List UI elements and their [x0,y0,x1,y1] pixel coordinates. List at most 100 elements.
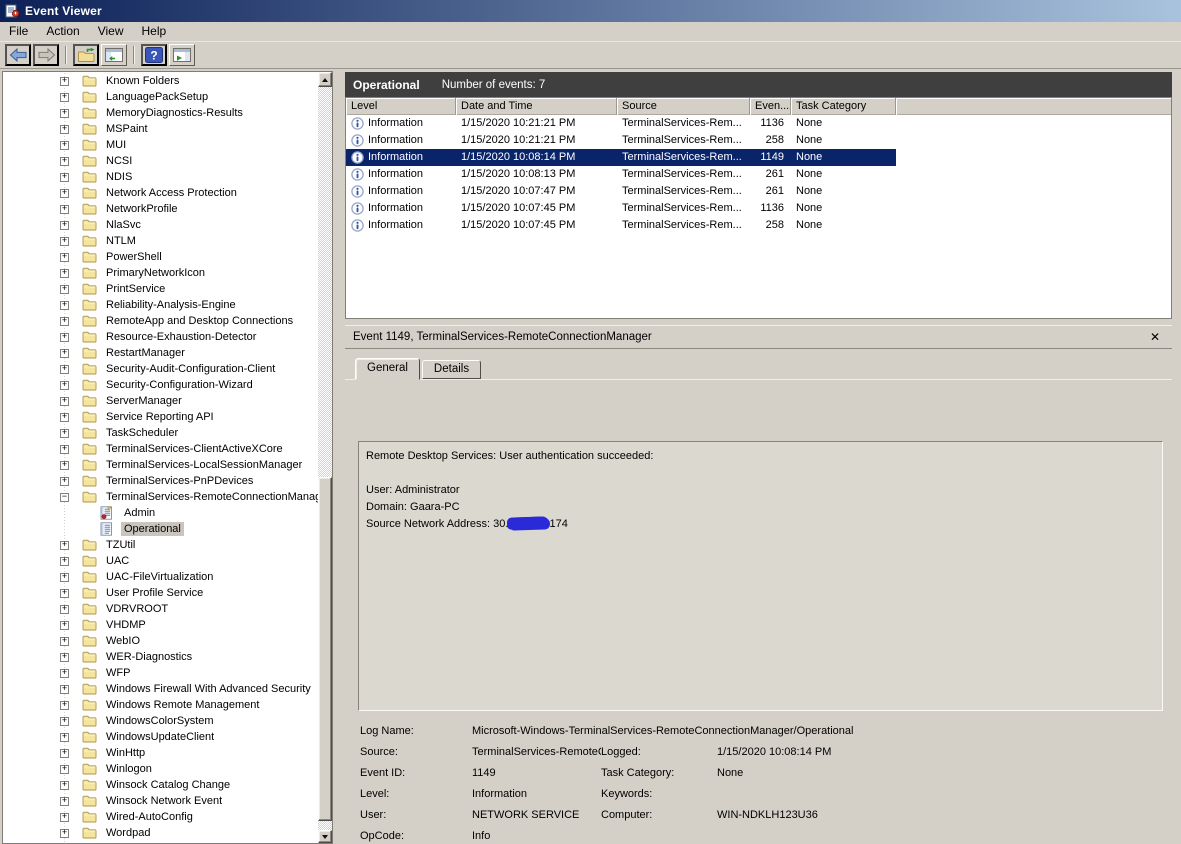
expand-icon[interactable]: + [60,333,69,342]
help-button[interactable]: ? [141,44,167,66]
expand-icon[interactable]: + [60,237,69,246]
expand-icon[interactable]: + [60,717,69,726]
expand-icon[interactable]: + [60,765,69,774]
expand-icon[interactable]: + [60,365,69,374]
menu-view[interactable]: View [89,22,133,41]
expand-icon[interactable]: + [60,685,69,694]
expand-icon[interactable]: + [60,157,69,166]
tree-item-user-profile-service[interactable]: +User Profile Service [3,585,318,601]
expand-icon[interactable]: + [60,125,69,134]
event-row[interactable]: Information1/15/2020 10:08:13 PMTerminal… [346,166,896,183]
expand-icon[interactable]: + [60,653,69,662]
tree-item-languagepacksetup[interactable]: +LanguagePackSetup [3,89,318,105]
expand-icon[interactable]: + [60,93,69,102]
expand-icon[interactable]: + [60,397,69,406]
tree-item-memorydiagnostics-results[interactable]: +MemoryDiagnostics-Results [3,105,318,121]
expand-icon[interactable]: + [60,477,69,486]
tree-item-terminalservices-clientactivexcore[interactable]: +TerminalServices-ClientActiveXCore [3,441,318,457]
tree-item-webio[interactable]: +WebIO [3,633,318,649]
tree-item-security-audit-configuration-client[interactable]: +Security-Audit-Configuration-Client [3,361,318,377]
expand-icon[interactable]: + [60,541,69,550]
tree-item-printservice[interactable]: +PrintService [3,281,318,297]
tree-item-vhdmp[interactable]: +VHDMP [3,617,318,633]
collapse-icon[interactable]: − [60,493,69,502]
tree-item-uac-filevirtualization[interactable]: +UAC-FileVirtualization [3,569,318,585]
tree-item-ncsi[interactable]: +NCSI [3,153,318,169]
tree-item-winhttp[interactable]: +WinHttp [3,745,318,761]
tree-item-reliability-analysis-engine[interactable]: +Reliability-Analysis-Engine [3,297,318,313]
expand-icon[interactable]: + [60,77,69,86]
tree-item-network-access-protection[interactable]: +Network Access Protection [3,185,318,201]
expand-icon[interactable]: + [60,445,69,454]
show-action-pane-button[interactable] [169,44,195,66]
menu-file[interactable]: File [0,22,37,41]
tree-item-winlogon[interactable]: +Winlogon [3,761,318,777]
tree-item-restartmanager[interactable]: +RestartManager [3,345,318,361]
tree-item-servermanager[interactable]: +ServerManager [3,393,318,409]
event-row[interactable]: Information1/15/2020 10:21:21 PMTerminal… [346,115,896,132]
expand-icon[interactable]: + [60,285,69,294]
expand-icon[interactable]: + [60,557,69,566]
column-header-even[interactable]: Even... [750,98,791,115]
tree-item-terminalservices-pnpdevices[interactable]: +TerminalServices-PnPDevices [3,473,318,489]
tree-item-ndis[interactable]: +NDIS [3,169,318,185]
close-icon[interactable]: ✕ [1150,331,1160,343]
expand-icon[interactable]: + [60,413,69,422]
event-row[interactable]: Information1/15/2020 10:07:45 PMTerminal… [346,200,896,217]
event-row[interactable]: Information1/15/2020 10:08:14 PMTerminal… [346,149,896,166]
tree-item-remoteapp-and-desktop-connections[interactable]: +RemoteApp and Desktop Connections [3,313,318,329]
tree-item-wfp[interactable]: +WFP [3,665,318,681]
scroll-up-button[interactable] [318,72,332,87]
tree-item-windowsupdateclient[interactable]: +WindowsUpdateClient [3,729,318,745]
menu-action[interactable]: Action [37,22,88,41]
expand-icon[interactable]: + [60,461,69,470]
tree-item-winsock-network-event[interactable]: +Winsock Network Event [3,793,318,809]
tree-item-wer-diagnostics[interactable]: +WER-Diagnostics [3,649,318,665]
tree-item-windows-remote-management[interactable]: +Windows Remote Management [3,697,318,713]
expand-icon[interactable]: + [60,781,69,790]
tree-item-networkprofile[interactable]: +NetworkProfile [3,201,318,217]
tree-item-admin[interactable]: Admin [3,505,318,521]
expand-icon[interactable]: + [60,253,69,262]
tree-item-security-configuration-wizard[interactable]: +Security-Configuration-Wizard [3,377,318,393]
expand-icon[interactable]: + [60,621,69,630]
expand-icon[interactable]: + [60,109,69,118]
event-row[interactable]: Information1/15/2020 10:21:21 PMTerminal… [346,132,896,149]
tree-scrollbar[interactable] [318,72,332,843]
event-row[interactable]: Information1/15/2020 10:07:47 PMTerminal… [346,183,896,200]
expand-icon[interactable]: + [60,813,69,822]
expand-icon[interactable]: + [60,205,69,214]
expand-icon[interactable]: + [60,637,69,646]
column-header-task-category[interactable]: Task Category [791,98,896,115]
tree-item-resource-exhaustion-detector[interactable]: +Resource-Exhaustion-Detector [3,329,318,345]
tree-item-mspaint[interactable]: +MSPaint [3,121,318,137]
tab-general[interactable]: General [355,358,420,380]
tree-item-ntlm[interactable]: +NTLM [3,233,318,249]
tree-item-operational[interactable]: Operational [3,521,318,537]
expand-icon[interactable]: + [60,733,69,742]
export-folder-button[interactable] [73,44,99,66]
expand-icon[interactable]: + [60,429,69,438]
tab-details[interactable]: Details [422,360,481,379]
tree-item-wordpad[interactable]: +Wordpad [3,825,318,841]
menu-help[interactable]: Help [133,22,176,41]
scroll-down-button[interactable] [318,830,332,843]
tree-item-primarynetworkicon[interactable]: +PrimaryNetworkIcon [3,265,318,281]
expand-icon[interactable]: + [60,173,69,182]
expand-icon[interactable]: + [60,573,69,582]
expand-icon[interactable]: + [60,349,69,358]
expand-icon[interactable]: + [60,669,69,678]
expand-icon[interactable]: + [60,589,69,598]
expand-icon[interactable]: + [60,269,69,278]
tree-item-vdrvroot[interactable]: +VDRVROOT [3,601,318,617]
expand-icon[interactable]: + [60,605,69,614]
expand-icon[interactable]: + [60,317,69,326]
expand-icon[interactable]: + [60,797,69,806]
expand-icon[interactable]: + [60,141,69,150]
column-header-date-and-time[interactable]: Date and Time [456,98,617,115]
back-arrow-button[interactable] [5,44,31,66]
scroll-thumb[interactable] [318,477,332,821]
tree-item-service-reporting-api[interactable]: +Service Reporting API [3,409,318,425]
tree-item-known-folders[interactable]: +Known Folders [3,73,318,89]
tree-item-winsock-catalog-change[interactable]: +Winsock Catalog Change [3,777,318,793]
